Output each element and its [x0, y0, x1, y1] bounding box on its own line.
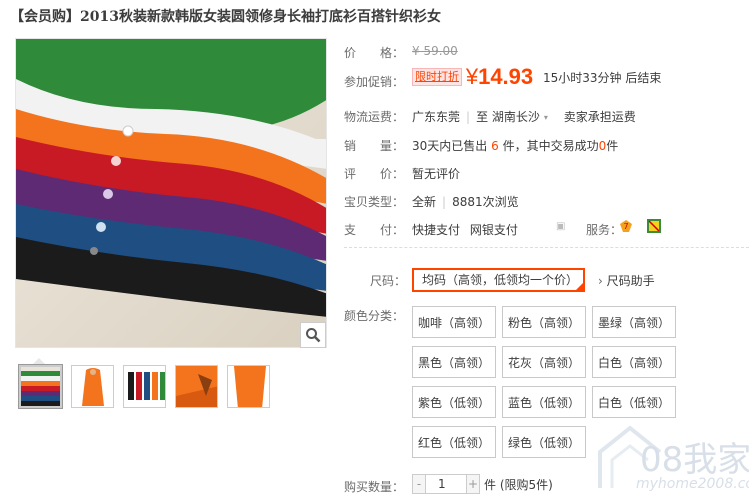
size-option-selected[interactable]: 均码（高领，低领均一个价）	[412, 268, 585, 292]
color-option[interactable]: 红色（低领）	[412, 426, 496, 458]
svg-text:7: 7	[623, 222, 628, 231]
sales-value: 30天内已售出 6 件，其中交易成功0件	[412, 137, 618, 154]
size-label: 尺码：	[370, 274, 407, 288]
review-label: 评 价：	[344, 167, 405, 181]
promo-price: 14.93	[478, 64, 534, 89]
guarantee-icon	[647, 219, 661, 233]
item-type-separator: |	[442, 195, 447, 209]
color-option[interactable]: 紫色（低领）	[412, 386, 496, 418]
item-views: 8881次浏览	[452, 195, 519, 209]
color-option[interactable]: 墨绿（高领）	[592, 306, 676, 338]
thumbnail-model-image	[72, 366, 113, 407]
thumbnail-strip	[18, 364, 270, 409]
color-option[interactable]: 花灰（高领）	[502, 346, 586, 378]
sales-label: 销 量：	[344, 139, 405, 153]
seven-day-return-icon: 7	[620, 220, 632, 232]
currency-symbol: ¥	[465, 64, 479, 89]
quantity-decrease-button[interactable]: -	[412, 474, 426, 494]
selected-check-corner	[575, 282, 584, 291]
thumbnail-1[interactable]	[18, 364, 63, 409]
service-guarantee-icon[interactable]	[646, 218, 662, 237]
payment-dropdown-icon[interactable]: ▣	[556, 221, 565, 232]
ship-to-prefix: 至	[476, 110, 489, 124]
quantity-input[interactable]: 1	[426, 474, 466, 494]
chevron-right-icon: ›	[598, 274, 603, 288]
sweater-stack-illustration	[16, 39, 326, 347]
payment-method-bank[interactable]: 网银支付	[470, 223, 518, 237]
thumbnail-orange-detail-image	[228, 366, 269, 407]
promo-tag[interactable]: 限时打折	[412, 68, 462, 86]
watermark-brand: 08我家	[640, 440, 749, 480]
color-option[interactable]: 白色（低领）	[592, 386, 676, 418]
color-option[interactable]: 粉色（高领）	[502, 306, 586, 338]
size-helper-text: 尺码助手	[606, 274, 655, 288]
magnifier-icon	[306, 328, 321, 343]
color-option[interactable]: 黑色（高领）	[412, 346, 496, 378]
ship-to-location[interactable]: 湖南长沙	[492, 110, 540, 124]
promo-price-row: 限时打折 ¥14.93 15小时33分钟 后结束	[412, 64, 661, 90]
color-option[interactable]: 蓝色（低领）	[502, 386, 586, 418]
thumbnail-5[interactable]	[227, 365, 270, 408]
original-price-value: ¥ 59.00	[412, 44, 458, 58]
sales-text-c: 件	[606, 139, 619, 153]
review-value[interactable]: 暂无评价	[412, 165, 460, 182]
sales-sold-count: 6	[491, 139, 499, 153]
color-option[interactable]: 咖啡（高领）	[412, 306, 496, 338]
item-condition: 全新	[412, 195, 437, 209]
thumbnail-orange-folded-image	[176, 366, 217, 407]
thumbnail-pointer	[33, 358, 45, 364]
color-label: 颜色分类：	[344, 309, 405, 323]
sales-text-b: 件，其中交易成功	[502, 139, 599, 153]
original-price: ¥ 59.00	[412, 44, 458, 58]
chevron-down-icon[interactable]: ▾	[544, 113, 548, 122]
quantity-stepper: - 1 + 件 (限购5件)	[412, 474, 553, 494]
thumbnail-stack-image	[21, 367, 60, 406]
quantity-label: 购买数量：	[344, 480, 405, 494]
shipping-value: 广东东莞 | 至 湖南长沙 ▾ 卖家承担运费	[412, 108, 636, 125]
thumbnail-3[interactable]	[123, 365, 166, 408]
quantity-limit-text: 件 (限购5件)	[484, 477, 553, 492]
service-label: 服务：	[586, 223, 623, 237]
item-type-label: 宝贝类型：	[344, 195, 405, 209]
payment-method-express[interactable]: 快捷支付	[412, 223, 460, 237]
color-option[interactable]: 白色（高领）	[592, 346, 676, 378]
color-option[interactable]: 绿色（低领）	[502, 426, 586, 458]
promo-countdown: 15小时33分钟 后结束	[542, 70, 662, 85]
item-type-value: 全新 | 8881次浏览	[412, 193, 519, 210]
watermark-site: myhome2008.com	[636, 476, 749, 492]
main-product-image[interactable]	[15, 38, 327, 348]
thumbnail-2[interactable]	[71, 365, 114, 408]
site-watermark: 08我家 myhome2008.com	[590, 418, 749, 498]
thumbnail-color-set-image	[124, 366, 165, 407]
thumbnail-4[interactable]	[175, 365, 218, 408]
section-divider	[344, 247, 749, 248]
zoom-button[interactable]	[300, 322, 326, 348]
ship-from: 广东东莞	[412, 110, 461, 124]
shipping-fee: 卖家承担运费	[563, 110, 636, 124]
payment-label: 支 付：	[344, 223, 405, 237]
promo-label: 参加促销：	[344, 75, 405, 89]
size-option-text: 均码（高领，低领均一个价）	[422, 273, 579, 287]
sales-text-a: 30天内已售出	[412, 139, 488, 153]
price-label: 价 格：	[344, 46, 405, 60]
payment-value: 快捷支付 网银支付	[412, 221, 518, 238]
size-helper-link[interactable]: › 尺码助手	[598, 272, 655, 289]
quantity-increase-button[interactable]: +	[466, 474, 480, 494]
service-seven-day-icon[interactable]: 7	[618, 218, 634, 237]
product-title: 【会员购】2013秋装新款韩版女装圆领修身长袖打底衫百搭针织衫女	[10, 9, 441, 25]
ship-separator: |	[466, 110, 471, 124]
shipping-label: 物流运费：	[344, 110, 405, 124]
